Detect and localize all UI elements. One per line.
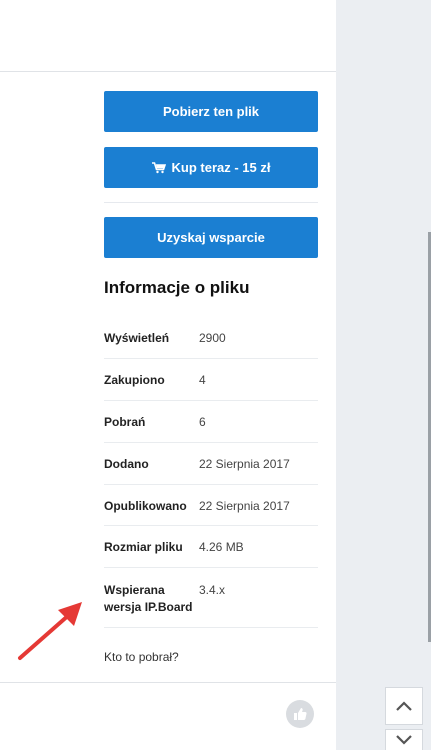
info-key: Zakupiono <box>104 373 165 387</box>
info-key: Rozmiar pliku <box>104 540 183 554</box>
info-key: Wyświetleń <box>104 331 170 345</box>
info-value: 22 Sierpnia 2017 <box>199 499 290 513</box>
info-value: 6 <box>199 415 206 429</box>
info-value: 22 Sierpnia 2017 <box>199 457 290 471</box>
who-downloaded-link[interactable]: Kto to pobrał? <box>104 650 179 664</box>
info-key: Wspierana wersja IP.Board <box>104 582 193 616</box>
scroll-down-button[interactable] <box>385 729 423 750</box>
info-key: Opublikowano <box>104 499 187 513</box>
right-gutter <box>336 0 431 750</box>
file-info-title: Informacje o pliku <box>104 278 250 297</box>
info-row-downloads: Pobrań 6 <box>104 401 318 443</box>
thumbs-up-icon <box>294 708 307 720</box>
info-row-added: Dodano 22 Sierpnia 2017 <box>104 443 318 485</box>
get-support-label: Uzyskaj wsparcie <box>157 230 265 245</box>
divider <box>104 202 318 203</box>
info-row-supported-version: Wspierana wersja IP.Board 3.4.x <box>104 568 318 628</box>
info-row-purchased: Zakupiono 4 <box>104 359 318 401</box>
info-row-views: Wyświetleń 2900 <box>104 318 318 359</box>
info-key-line: Wspierana <box>104 583 165 597</box>
info-value: 2900 <box>199 331 226 345</box>
info-key: Dodano <box>104 457 149 471</box>
download-file-label: Pobierz ten plik <box>162 104 260 119</box>
info-row-published: Opublikowano 22 Sierpnia 2017 <box>104 485 318 526</box>
info-value: 4 <box>199 373 206 387</box>
info-key-line: wersja IP.Board <box>104 600 193 614</box>
buy-now-label: Kup teraz - 15 zł <box>171 160 271 175</box>
info-value: 3.4.x <box>199 583 226 597</box>
page: Pobierz ten plik Kup teraz - 15 zł Uzysk… <box>0 0 431 750</box>
annotation-arrow-icon <box>18 602 82 660</box>
cart-icon <box>151 161 166 173</box>
buy-now-button[interactable]: Kup teraz - 15 zł <box>104 147 318 188</box>
like-button[interactable] <box>286 700 314 728</box>
chevron-down-icon <box>396 735 412 745</box>
get-support-button[interactable]: Uzyskaj wsparcie <box>104 217 318 258</box>
download-file-button[interactable]: Pobierz ten plik <box>104 91 318 132</box>
info-key: Pobrań <box>104 415 146 429</box>
info-value: 4.26 MB <box>199 540 244 554</box>
header-panel <box>0 0 336 72</box>
scroll-up-button[interactable] <box>385 687 423 725</box>
info-row-file-size: Rozmiar pliku 4.26 MB <box>104 526 318 568</box>
chevron-up-icon <box>396 701 412 711</box>
